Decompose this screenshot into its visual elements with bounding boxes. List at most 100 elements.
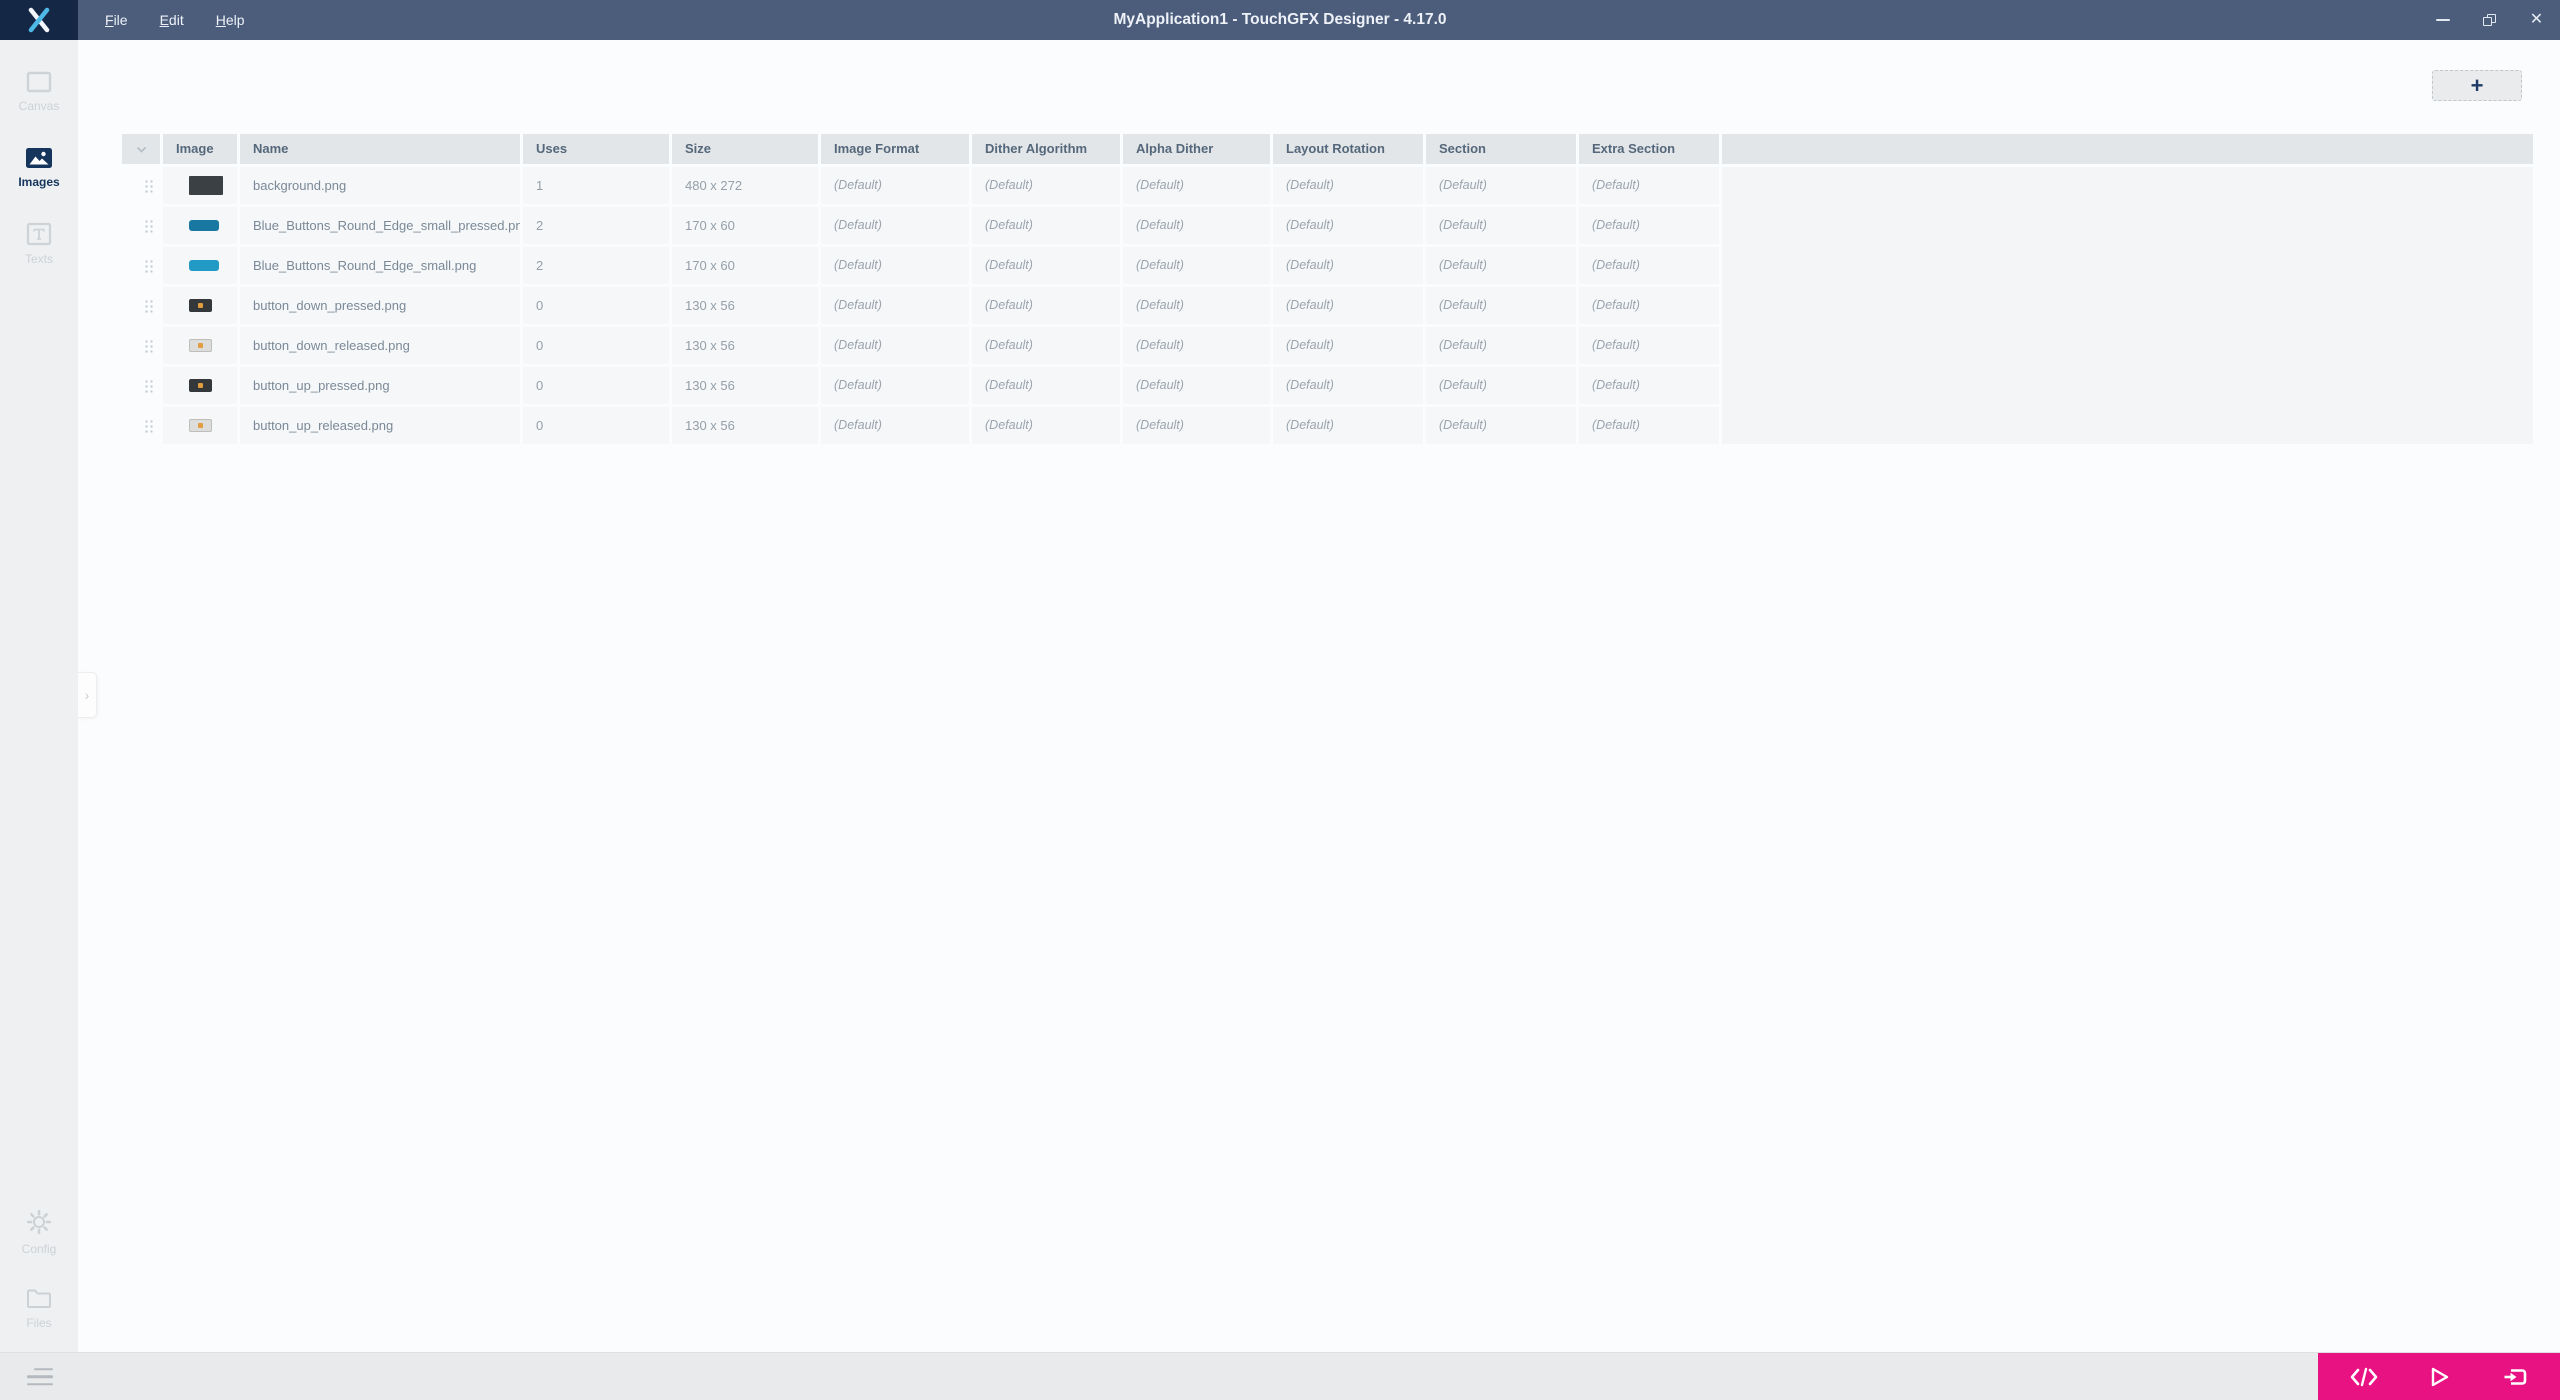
sidebar-item-files[interactable]: Files: [0, 1270, 78, 1346]
layout-rotation-cell[interactable]: (Default): [1273, 247, 1423, 284]
restore-button[interactable]: [2466, 0, 2513, 40]
image-thumbnail-cell: [163, 367, 237, 404]
image-name-cell[interactable]: Blue_Buttons_Round_Edge_small.png: [240, 247, 520, 284]
image-format-cell[interactable]: (Default): [821, 287, 969, 324]
uses-cell: 2: [523, 207, 669, 244]
layout-rotation-cell[interactable]: (Default): [1273, 327, 1423, 364]
layout-rotation-cell[interactable]: (Default): [1273, 407, 1423, 444]
image-name-cell[interactable]: button_up_released.png: [240, 407, 520, 444]
image-format-cell[interactable]: (Default): [821, 207, 969, 244]
run-simulator-button[interactable]: [2409, 1353, 2469, 1400]
extra-section-cell[interactable]: (Default): [1579, 247, 1719, 284]
close-button[interactable]: ✕: [2513, 0, 2560, 40]
extra-section-cell[interactable]: (Default): [1579, 367, 1719, 404]
alpha-dither-cell[interactable]: (Default): [1123, 247, 1270, 284]
section-cell[interactable]: (Default): [1426, 207, 1576, 244]
sidebar-item-label: Images: [18, 175, 60, 189]
minimize-button[interactable]: [2419, 0, 2466, 40]
drag-dots-icon: [143, 218, 153, 233]
image-name-cell[interactable]: Blue_Buttons_Round_Edge_small_pressed.pn…: [240, 207, 520, 244]
menu-edit[interactable]: Edit: [151, 8, 193, 32]
dither-algorithm-cell[interactable]: (Default): [972, 407, 1120, 444]
layout-rotation-cell[interactable]: (Default): [1273, 207, 1423, 244]
image-format-cell[interactable]: (Default): [821, 327, 969, 364]
image-name-cell[interactable]: button_up_pressed.png: [240, 367, 520, 404]
alpha-dither-cell[interactable]: (Default): [1123, 167, 1270, 204]
row-drag-handle[interactable]: [122, 407, 160, 444]
layout-rotation-cell[interactable]: (Default): [1273, 287, 1423, 324]
image-thumbnail-cell: [163, 407, 237, 444]
section-cell[interactable]: (Default): [1426, 407, 1576, 444]
section-cell[interactable]: (Default): [1426, 167, 1576, 204]
select-all-header[interactable]: [122, 134, 160, 164]
sidebar-item-canvas[interactable]: Canvas: [0, 54, 78, 130]
code-icon: [2350, 1367, 2377, 1386]
image-format-cell[interactable]: (Default): [821, 167, 969, 204]
uses-cell: 1: [523, 167, 669, 204]
row-drag-handle[interactable]: [122, 367, 160, 404]
extra-section-cell[interactable]: (Default): [1579, 327, 1719, 364]
drag-dots-icon: [143, 418, 153, 433]
alpha-dither-cell[interactable]: (Default): [1123, 367, 1270, 404]
size-cell: 170 x 60: [672, 207, 818, 244]
image-thumbnail-cell: [163, 287, 237, 324]
section-cell[interactable]: (Default): [1426, 287, 1576, 324]
menu-help[interactable]: Help: [207, 8, 254, 32]
column-header-extra-section: Extra Section: [1579, 134, 1719, 164]
section-cell[interactable]: (Default): [1426, 327, 1576, 364]
dither-algorithm-cell[interactable]: (Default): [972, 167, 1120, 204]
section-cell[interactable]: (Default): [1426, 247, 1576, 284]
sidebar-item-config[interactable]: Config: [0, 1194, 78, 1270]
dither-algorithm-cell[interactable]: (Default): [972, 247, 1120, 284]
image-thumbnail: [189, 379, 212, 392]
uses-cell: 2: [523, 247, 669, 284]
panel-expander[interactable]: ›: [78, 672, 97, 718]
dither-algorithm-cell[interactable]: (Default): [972, 207, 1120, 244]
restore-icon: [2483, 14, 2496, 26]
row-drag-handle[interactable]: [122, 287, 160, 324]
extra-section-cell[interactable]: (Default): [1579, 167, 1719, 204]
row-drag-handle[interactable]: [122, 247, 160, 284]
column-header-name: Name: [240, 134, 520, 164]
image-format-cell[interactable]: (Default): [821, 407, 969, 444]
image-name-cell[interactable]: background.png: [240, 167, 520, 204]
sidebar: Canvas Images Texts Config Files: [0, 40, 78, 1352]
image-thumbnail-cell: [163, 167, 237, 204]
alpha-dither-cell[interactable]: (Default): [1123, 207, 1270, 244]
sidebar-item-images[interactable]: Images: [0, 130, 78, 206]
run-target-button[interactable]: [2485, 1353, 2545, 1400]
extra-section-cell[interactable]: (Default): [1579, 287, 1719, 324]
sidebar-item-texts[interactable]: Texts: [0, 206, 78, 282]
generate-code-button[interactable]: [2334, 1353, 2394, 1400]
uses-cell: 0: [523, 407, 669, 444]
alpha-dither-cell[interactable]: (Default): [1123, 287, 1270, 324]
add-image-button[interactable]: +: [2432, 70, 2522, 101]
layout-rotation-cell[interactable]: (Default): [1273, 367, 1423, 404]
image-thumbnail: [189, 220, 219, 231]
uses-cell: 0: [523, 367, 669, 404]
image-name-cell[interactable]: button_down_pressed.png: [240, 287, 520, 324]
row-drag-handle[interactable]: [122, 167, 160, 204]
row-drag-handle[interactable]: [122, 327, 160, 364]
size-cell: 170 x 60: [672, 247, 818, 284]
image-format-cell[interactable]: (Default): [821, 247, 969, 284]
alpha-dither-cell[interactable]: (Default): [1123, 327, 1270, 364]
row-drag-handle[interactable]: [122, 207, 160, 244]
alpha-dither-cell[interactable]: (Default): [1123, 407, 1270, 444]
sidebar-item-label: Config: [21, 1242, 57, 1256]
column-header-dither-algorithm: Dither Algorithm: [972, 134, 1120, 164]
dither-algorithm-cell[interactable]: (Default): [972, 367, 1120, 404]
image-name-cell[interactable]: button_down_released.png: [240, 327, 520, 364]
uses-cell: 0: [523, 327, 669, 364]
drag-dots-icon: [143, 258, 153, 273]
section-cell[interactable]: (Default): [1426, 367, 1576, 404]
menu-toggle-button[interactable]: [27, 1367, 53, 1386]
menu-file[interactable]: File: [96, 8, 137, 32]
drag-dots-icon: [143, 178, 153, 193]
dither-algorithm-cell[interactable]: (Default): [972, 327, 1120, 364]
image-format-cell[interactable]: (Default): [821, 367, 969, 404]
extra-section-cell[interactable]: (Default): [1579, 407, 1719, 444]
extra-section-cell[interactable]: (Default): [1579, 207, 1719, 244]
layout-rotation-cell[interactable]: (Default): [1273, 167, 1423, 204]
dither-algorithm-cell[interactable]: (Default): [972, 287, 1120, 324]
